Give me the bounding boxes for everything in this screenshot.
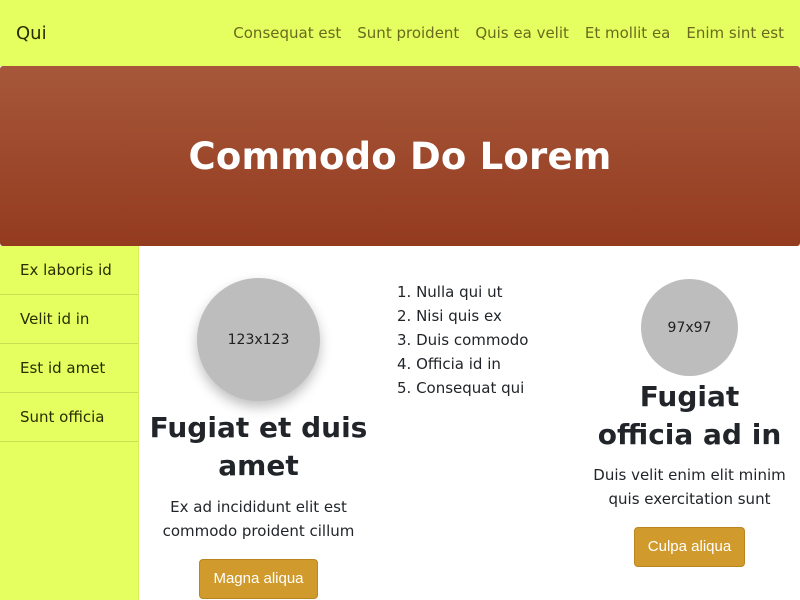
avatar-size-label: 123x123 xyxy=(227,331,290,348)
nav-link-quis-ea-velit[interactable]: Quis ea velit xyxy=(475,24,569,42)
sidebar: Ex laboris id Velit id in Est id amet Su… xyxy=(0,246,139,600)
card-title: Fugiat officia ad in xyxy=(597,380,782,451)
nav-link-et-mollit-ea[interactable]: Et mollit ea xyxy=(585,24,671,42)
nav-link-sunt-proident[interactable]: Sunt proident xyxy=(357,24,459,42)
hero-title: Commodo Do Lorem xyxy=(188,134,612,178)
list-item: 2. Nisi quis ex xyxy=(397,307,502,325)
top-navbar: Qui Consequat est Sunt proident Quis ea … xyxy=(0,0,800,66)
nav-link-enim-sint-est[interactable]: Enim sint est xyxy=(686,24,784,42)
list-item: 5. Consequat qui xyxy=(397,379,525,397)
feature-card-right: 97x97 Fugiat officia ad in Duis velit en… xyxy=(589,279,790,567)
avatar-size-label: 97x97 xyxy=(667,319,712,336)
culpa-aliqua-button[interactable]: Culpa aliqua xyxy=(633,527,746,567)
sidebar-item-ex-laboris-id[interactable]: Ex laboris id xyxy=(0,246,138,295)
ordered-list: 1. Nulla qui ut 2. Nisi quis ex 3. Duis … xyxy=(397,280,528,400)
sidebar-item-sunt-officia[interactable]: Sunt officia xyxy=(0,393,138,442)
sidebar-item-est-id-amet[interactable]: Est id amet xyxy=(0,344,138,393)
list-item: 3. Duis commodo xyxy=(397,331,529,349)
list-item: 1. Nulla qui ut xyxy=(397,283,503,301)
hero-banner: Commodo Do Lorem xyxy=(0,66,800,246)
card-text: Ex ad incididunt elit est commodo proide… xyxy=(162,498,355,540)
content-area: Ex laboris id Velit id in Est id amet Su… xyxy=(0,246,800,600)
nav-links: Consequat est Sunt proident Quis ea veli… xyxy=(233,24,784,42)
card-title: Fugiat et duis amet xyxy=(149,411,368,482)
magna-aliqua-button[interactable]: Magna aliqua xyxy=(199,559,318,599)
avatar-placeholder-large: 123x123 xyxy=(197,278,320,401)
feature-card-left: 123x123 Fugiat et duis amet Ex ad incidi… xyxy=(149,278,368,599)
avatar-placeholder-small: 97x97 xyxy=(641,279,738,376)
brand-link[interactable]: Qui xyxy=(16,23,47,44)
nav-link-consequat-est[interactable]: Consequat est xyxy=(233,24,341,42)
list-item: 4. Officia id in xyxy=(397,355,501,373)
sidebar-item-velit-id-in[interactable]: Velit id in xyxy=(0,295,138,344)
main-content: 123x123 Fugiat et duis amet Ex ad incidi… xyxy=(139,246,800,600)
card-text: Duis velit enim elit minim quis exercita… xyxy=(593,466,786,508)
